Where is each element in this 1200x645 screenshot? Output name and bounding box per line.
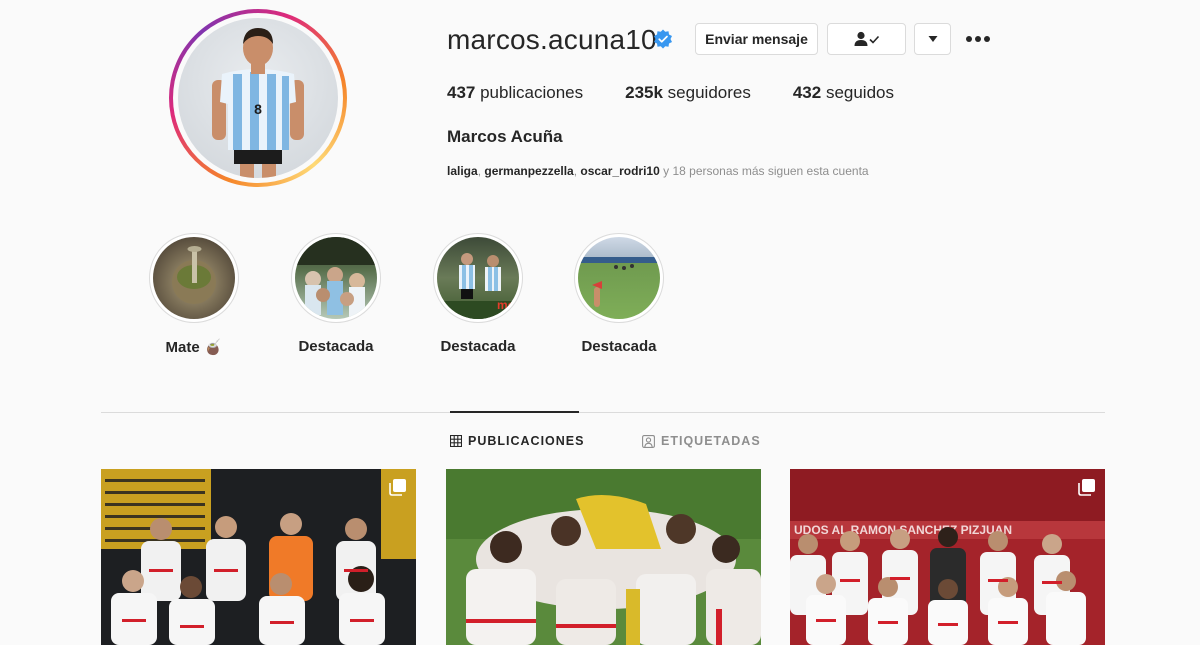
svg-text:mo: mo bbox=[497, 298, 515, 312]
team-photo-image bbox=[101, 469, 416, 645]
tab-posts-label: PUBLICACIONES bbox=[468, 434, 585, 448]
highlight-item[interactable]: mo Destacada bbox=[423, 233, 533, 355]
profile-username: marcos.acuna10 bbox=[447, 24, 657, 55]
followed-by-account[interactable]: laliga bbox=[447, 164, 478, 178]
highlight-label: Destacada bbox=[440, 338, 516, 355]
following-count-label: seguidos bbox=[821, 83, 894, 102]
multiple-images-icon bbox=[1078, 479, 1095, 496]
highlight-cover bbox=[295, 237, 377, 319]
post-thumbnail[interactable] bbox=[101, 469, 416, 645]
post-thumbnail[interactable]: UDOS AL RAMON SANCHEZ PIZJUAN bbox=[790, 469, 1105, 645]
highlight-label: Destacada bbox=[298, 338, 374, 355]
tabs-divider bbox=[101, 412, 1105, 413]
players-image: mo bbox=[437, 253, 519, 319]
followed-by-account[interactable]: germanpezzella bbox=[484, 164, 573, 178]
crowd-image bbox=[295, 237, 377, 317]
followed-by[interactable]: laliga, germanpezzella, oscar_rodri10 y … bbox=[447, 164, 869, 178]
highlight-item[interactable]: Destacada bbox=[564, 233, 674, 355]
more-dots-icon bbox=[966, 36, 972, 42]
followed-by-account[interactable]: oscar_rodri10 bbox=[580, 164, 659, 178]
highlight-cover bbox=[578, 237, 660, 319]
highlight-label: Mate 🧉 bbox=[165, 339, 223, 356]
post-thumbnail[interactable] bbox=[446, 469, 761, 645]
multiple-images-icon bbox=[389, 479, 406, 496]
verified-badge-icon bbox=[654, 29, 672, 49]
grid-icon bbox=[450, 435, 462, 447]
tab-posts[interactable]: PUBLICACIONES bbox=[450, 434, 584, 448]
player-portrait-image: 8 bbox=[212, 28, 304, 178]
following-count[interactable]: 432 seguidos bbox=[793, 83, 894, 103]
followed-by-rest: y 18 personas más siguen esta cuenta bbox=[659, 164, 869, 178]
highlight-ring bbox=[149, 233, 239, 323]
tab-tagged[interactable]: ETIQUETADAS bbox=[642, 434, 761, 448]
posts-count-label: publicaciones bbox=[475, 83, 584, 102]
more-dots-icon bbox=[984, 36, 990, 42]
posts-count: 437 publicaciones bbox=[447, 83, 583, 103]
avatar-photo: 8 bbox=[178, 18, 338, 178]
more-options-button[interactable] bbox=[964, 29, 992, 49]
profile-stats: 437 publicaciones 235k seguidores 432 se… bbox=[447, 83, 936, 103]
highlight-item[interactable]: Mate 🧉 bbox=[139, 233, 249, 356]
highlight-ring: mo bbox=[433, 233, 523, 323]
pitch-image bbox=[578, 257, 660, 307]
suggestions-dropdown-button[interactable] bbox=[914, 23, 951, 55]
team-huddle-image bbox=[446, 469, 761, 645]
highlight-ring bbox=[291, 233, 381, 323]
following-button[interactable] bbox=[827, 23, 906, 55]
highlight-ring bbox=[574, 233, 664, 323]
svg-text:8: 8 bbox=[254, 101, 262, 117]
highlight-item[interactable]: Destacada bbox=[281, 233, 391, 355]
highlight-cover bbox=[153, 237, 235, 319]
caret-down-icon bbox=[928, 36, 937, 42]
team-photo-image: UDOS AL RAMON SANCHEZ PIZJUAN bbox=[790, 469, 1105, 645]
send-message-button[interactable]: Enviar mensaje bbox=[695, 23, 818, 55]
tab-tagged-label: ETIQUETADAS bbox=[661, 434, 761, 448]
highlight-cover: mo bbox=[437, 237, 519, 319]
active-tab-indicator bbox=[450, 411, 579, 413]
tagged-person-icon bbox=[642, 434, 655, 448]
avatar-inner: 8 bbox=[173, 13, 343, 183]
profile-avatar[interactable]: 8 bbox=[169, 9, 347, 187]
person-check-icon bbox=[854, 31, 879, 46]
followers-count[interactable]: 235k seguidores bbox=[625, 83, 751, 103]
following-count-value: 432 bbox=[792, 83, 822, 102]
followers-count-value: 235k bbox=[625, 83, 663, 102]
highlight-label: Destacada bbox=[581, 338, 657, 355]
followers-count-label: seguidores bbox=[662, 83, 751, 102]
profile-full-name: Marcos Acuña bbox=[447, 127, 563, 146]
more-dots-icon bbox=[975, 36, 981, 42]
mate-cup-image bbox=[172, 246, 216, 304]
posts-count-value: 437 bbox=[447, 83, 476, 102]
